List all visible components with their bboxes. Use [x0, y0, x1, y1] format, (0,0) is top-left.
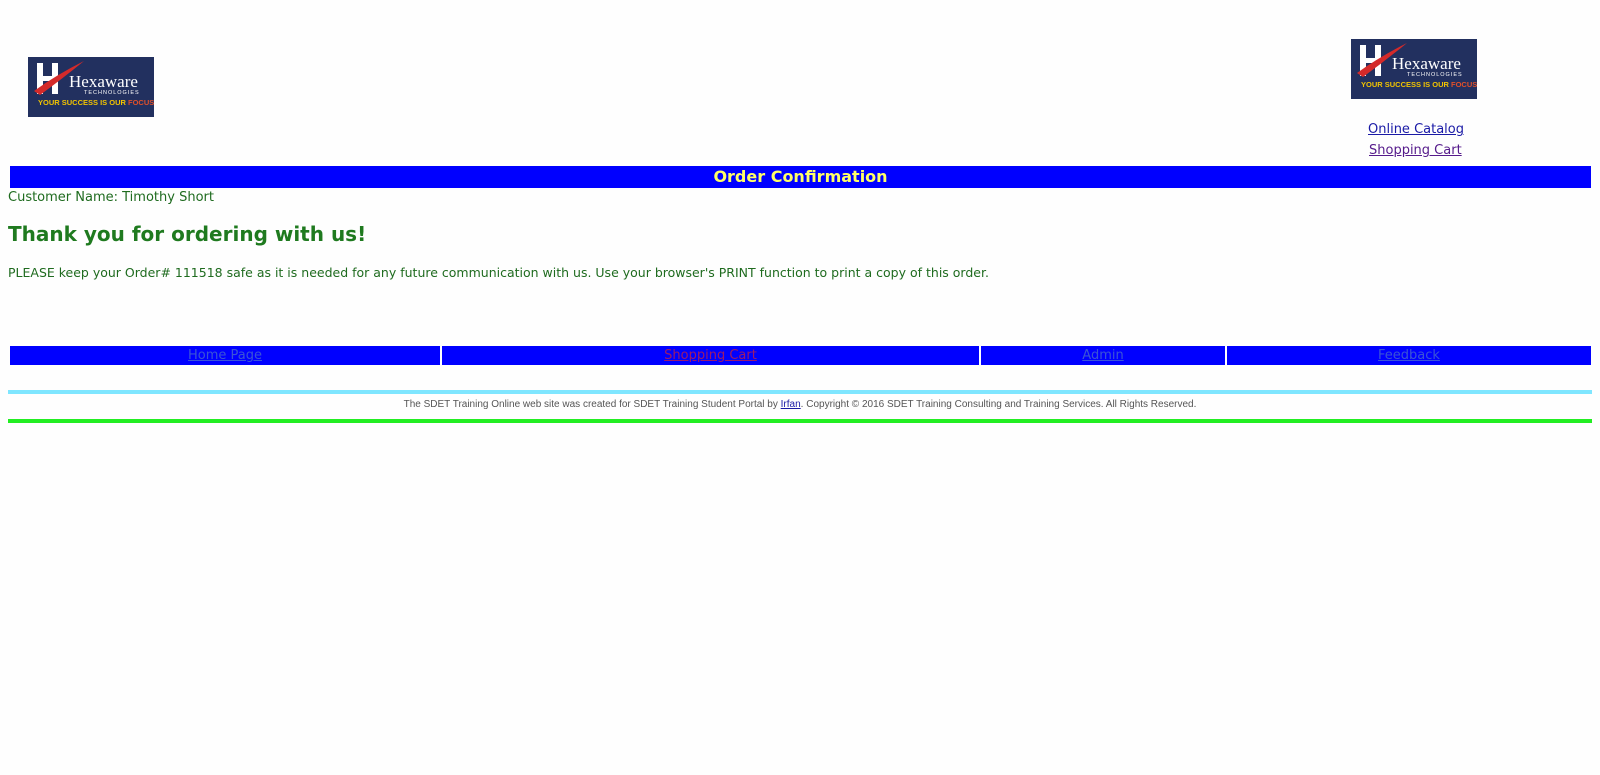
footer-prefix: The SDET Training Online web site was cr…	[403, 399, 781, 410]
online-catalog-link[interactable]: Online Catalog	[1368, 122, 1464, 137]
logo-brand: Hexaware	[1392, 54, 1461, 73]
logo-subtitle: TECHNOLOGIES	[1407, 72, 1463, 78]
shopping-cart-link[interactable]: Shopping Cart	[1369, 143, 1462, 158]
footer-suffix: . Copyright © 2016 SDET Training Consult…	[800, 399, 1197, 410]
order-message: PLEASE keep your Order# 111518 safe as i…	[8, 265, 989, 280]
bottom-nav: Home Page Shopping Cart Admin Feedback	[10, 346, 1591, 365]
footer-top-divider	[8, 390, 1592, 394]
logo-tagline-accent: FOCUS	[128, 98, 154, 107]
nav-home-link[interactable]: Home Page	[10, 346, 440, 365]
logo-tagline-main: YOUR SUCCESS IS OUR	[1361, 80, 1452, 89]
logo-tagline: YOUR SUCCESS IS OUR FOCUS	[38, 98, 154, 107]
footer-copyright: The SDET Training Online web site was cr…	[0, 399, 1600, 410]
logo-brand: Hexaware	[69, 72, 138, 91]
hexaware-logo-right: Hexaware TECHNOLOGIES YOUR SUCCESS IS OU…	[1351, 39, 1477, 99]
footer-bottom-divider	[8, 419, 1592, 423]
page-title: Order Confirmation	[10, 166, 1591, 188]
nav-shopping-cart-link[interactable]: Shopping Cart	[442, 346, 979, 365]
footer-author-link[interactable]: Irfan	[781, 399, 801, 410]
logo-tagline-accent: FOCUS	[1451, 80, 1477, 89]
nav-admin-link[interactable]: Admin	[981, 346, 1225, 365]
thank-you-heading: Thank you for ordering with us!	[8, 222, 367, 246]
logo-tagline: YOUR SUCCESS IS OUR FOCUS	[1361, 80, 1477, 89]
page: Hexaware TECHNOLOGIES YOUR SUCCESS IS OU…	[0, 0, 1600, 775]
logo-tagline-main: YOUR SUCCESS IS OUR	[38, 98, 129, 107]
customer-name: Customer Name: Timothy Short	[8, 190, 214, 205]
nav-feedback-link[interactable]: Feedback	[1227, 346, 1591, 365]
hexaware-logo-left: Hexaware TECHNOLOGIES YOUR SUCCESS IS OU…	[28, 57, 154, 117]
logo-subtitle: TECHNOLOGIES	[84, 90, 140, 96]
